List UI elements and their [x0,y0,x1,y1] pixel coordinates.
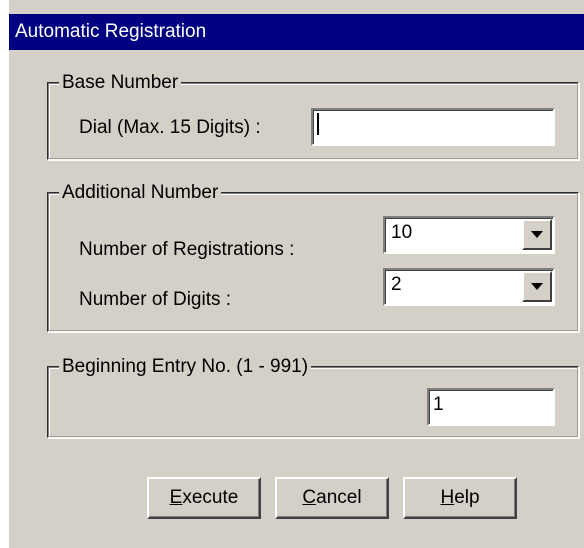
additional-number-group-title: Additional Number [59,181,222,205]
beginning-entry-group-title: Beginning Entry No. (1 - 991) [59,355,312,379]
base-number-group-title: Base Number [59,71,182,95]
help-label-rest: elp [454,487,480,508]
execute-label-rest: xecute [182,487,239,508]
digits-dropdown-button[interactable] [522,271,552,302]
number-of-digits-value: 2 [391,274,402,295]
number-of-registrations-value: 10 [391,222,413,243]
automatic-registration-dialog: Automatic Registration Base Number Dial … [8,0,584,548]
chevron-down-icon [531,231,543,238]
dial-label: Dial (Max. 15 Digits) : [79,117,261,138]
help-button[interactable]: Help [403,477,517,519]
window-title: Automatic Registration [15,21,207,42]
number-of-registrations-label: Number of Registrations : [79,239,295,260]
beginning-entry-group: Beginning Entry No. (1 - 991) 1 [47,355,579,438]
help-accel: H [440,487,455,508]
title-bar[interactable]: Automatic Registration [9,14,584,50]
beginning-entry-input[interactable]: 1 [427,388,555,426]
number-of-registrations-select[interactable]: 10 [383,216,555,254]
base-number-group: Base Number Dial (Max. 15 Digits) : [47,71,579,160]
number-of-digits-select[interactable]: 2 [383,268,555,306]
dial-input[interactable] [311,108,555,146]
text-caret [317,112,319,135]
cancel-label-rest: ancel [316,487,362,508]
execute-accel: E [169,487,183,508]
execute-button[interactable]: Execute [147,477,261,519]
beginning-entry-value: 1 [433,394,444,415]
number-of-digits-label: Number of Digits : [79,289,232,310]
registrations-dropdown-button[interactable] [522,219,552,250]
cancel-accel: C [302,487,317,508]
chevron-down-icon [531,283,543,290]
additional-number-group: Additional Number Number of Registration… [47,181,579,332]
cancel-button[interactable]: Cancel [275,477,389,519]
